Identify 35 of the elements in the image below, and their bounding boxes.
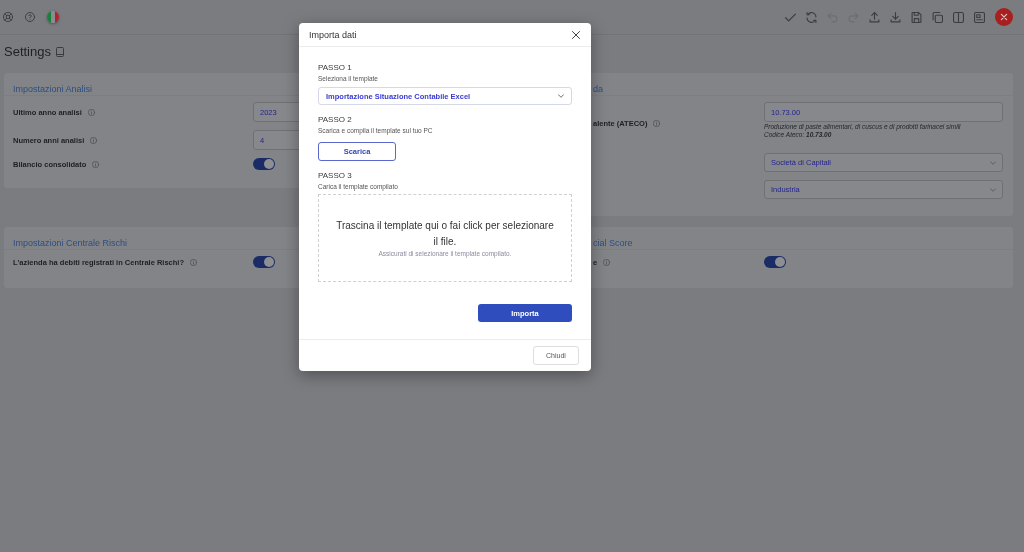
lifebuoy-icon[interactable] <box>3 12 13 22</box>
chevron-icon <box>990 160 996 165</box>
save-icon[interactable] <box>911 11 922 23</box>
step-heading: PASSO 2 <box>318 115 353 125</box>
refresh-icon[interactable] <box>806 11 817 23</box>
columns-icon[interactable] <box>953 11 964 23</box>
help-icon[interactable] <box>25 12 35 22</box>
upload-icon[interactable] <box>869 11 880 23</box>
check-icon[interactable] <box>785 11 796 23</box>
info-icon[interactable] <box>90 136 98 144</box>
card-title: Impostazioni Centrale Rischi <box>13 237 129 249</box>
chevron-icon <box>558 94 564 98</box>
info-icon[interactable] <box>87 108 95 116</box>
chevron-icon <box>990 187 996 192</box>
page-title: Settings <box>4 44 51 60</box>
book-icon[interactable] <box>56 47 64 57</box>
close-icon[interactable] <box>572 30 580 39</box>
toggle-switch[interactable] <box>764 256 786 268</box>
dialog-title: Importa dati <box>309 29 357 40</box>
info-icon[interactable] <box>603 258 611 266</box>
info-icon[interactable] <box>92 160 100 168</box>
toggle-switch[interactable] <box>253 256 275 268</box>
step-heading: PASSO 3 <box>318 171 353 181</box>
info-icon[interactable] <box>190 258 197 266</box>
step-heading: PASSO 1 <box>318 63 353 73</box>
flag-icon[interactable] <box>47 11 59 23</box>
card-title: Impostazioni Analisi <box>13 83 94 95</box>
download-icon[interactable] <box>890 11 901 23</box>
card-title: cial Score <box>593 237 634 249</box>
info-icon[interactable] <box>653 120 661 127</box>
layout-icon[interactable] <box>974 11 985 23</box>
toggle-switch[interactable] <box>253 158 275 170</box>
close-icon[interactable] <box>995 8 1013 26</box>
card-title: da <box>593 83 604 95</box>
copy-icon[interactable] <box>932 11 943 23</box>
